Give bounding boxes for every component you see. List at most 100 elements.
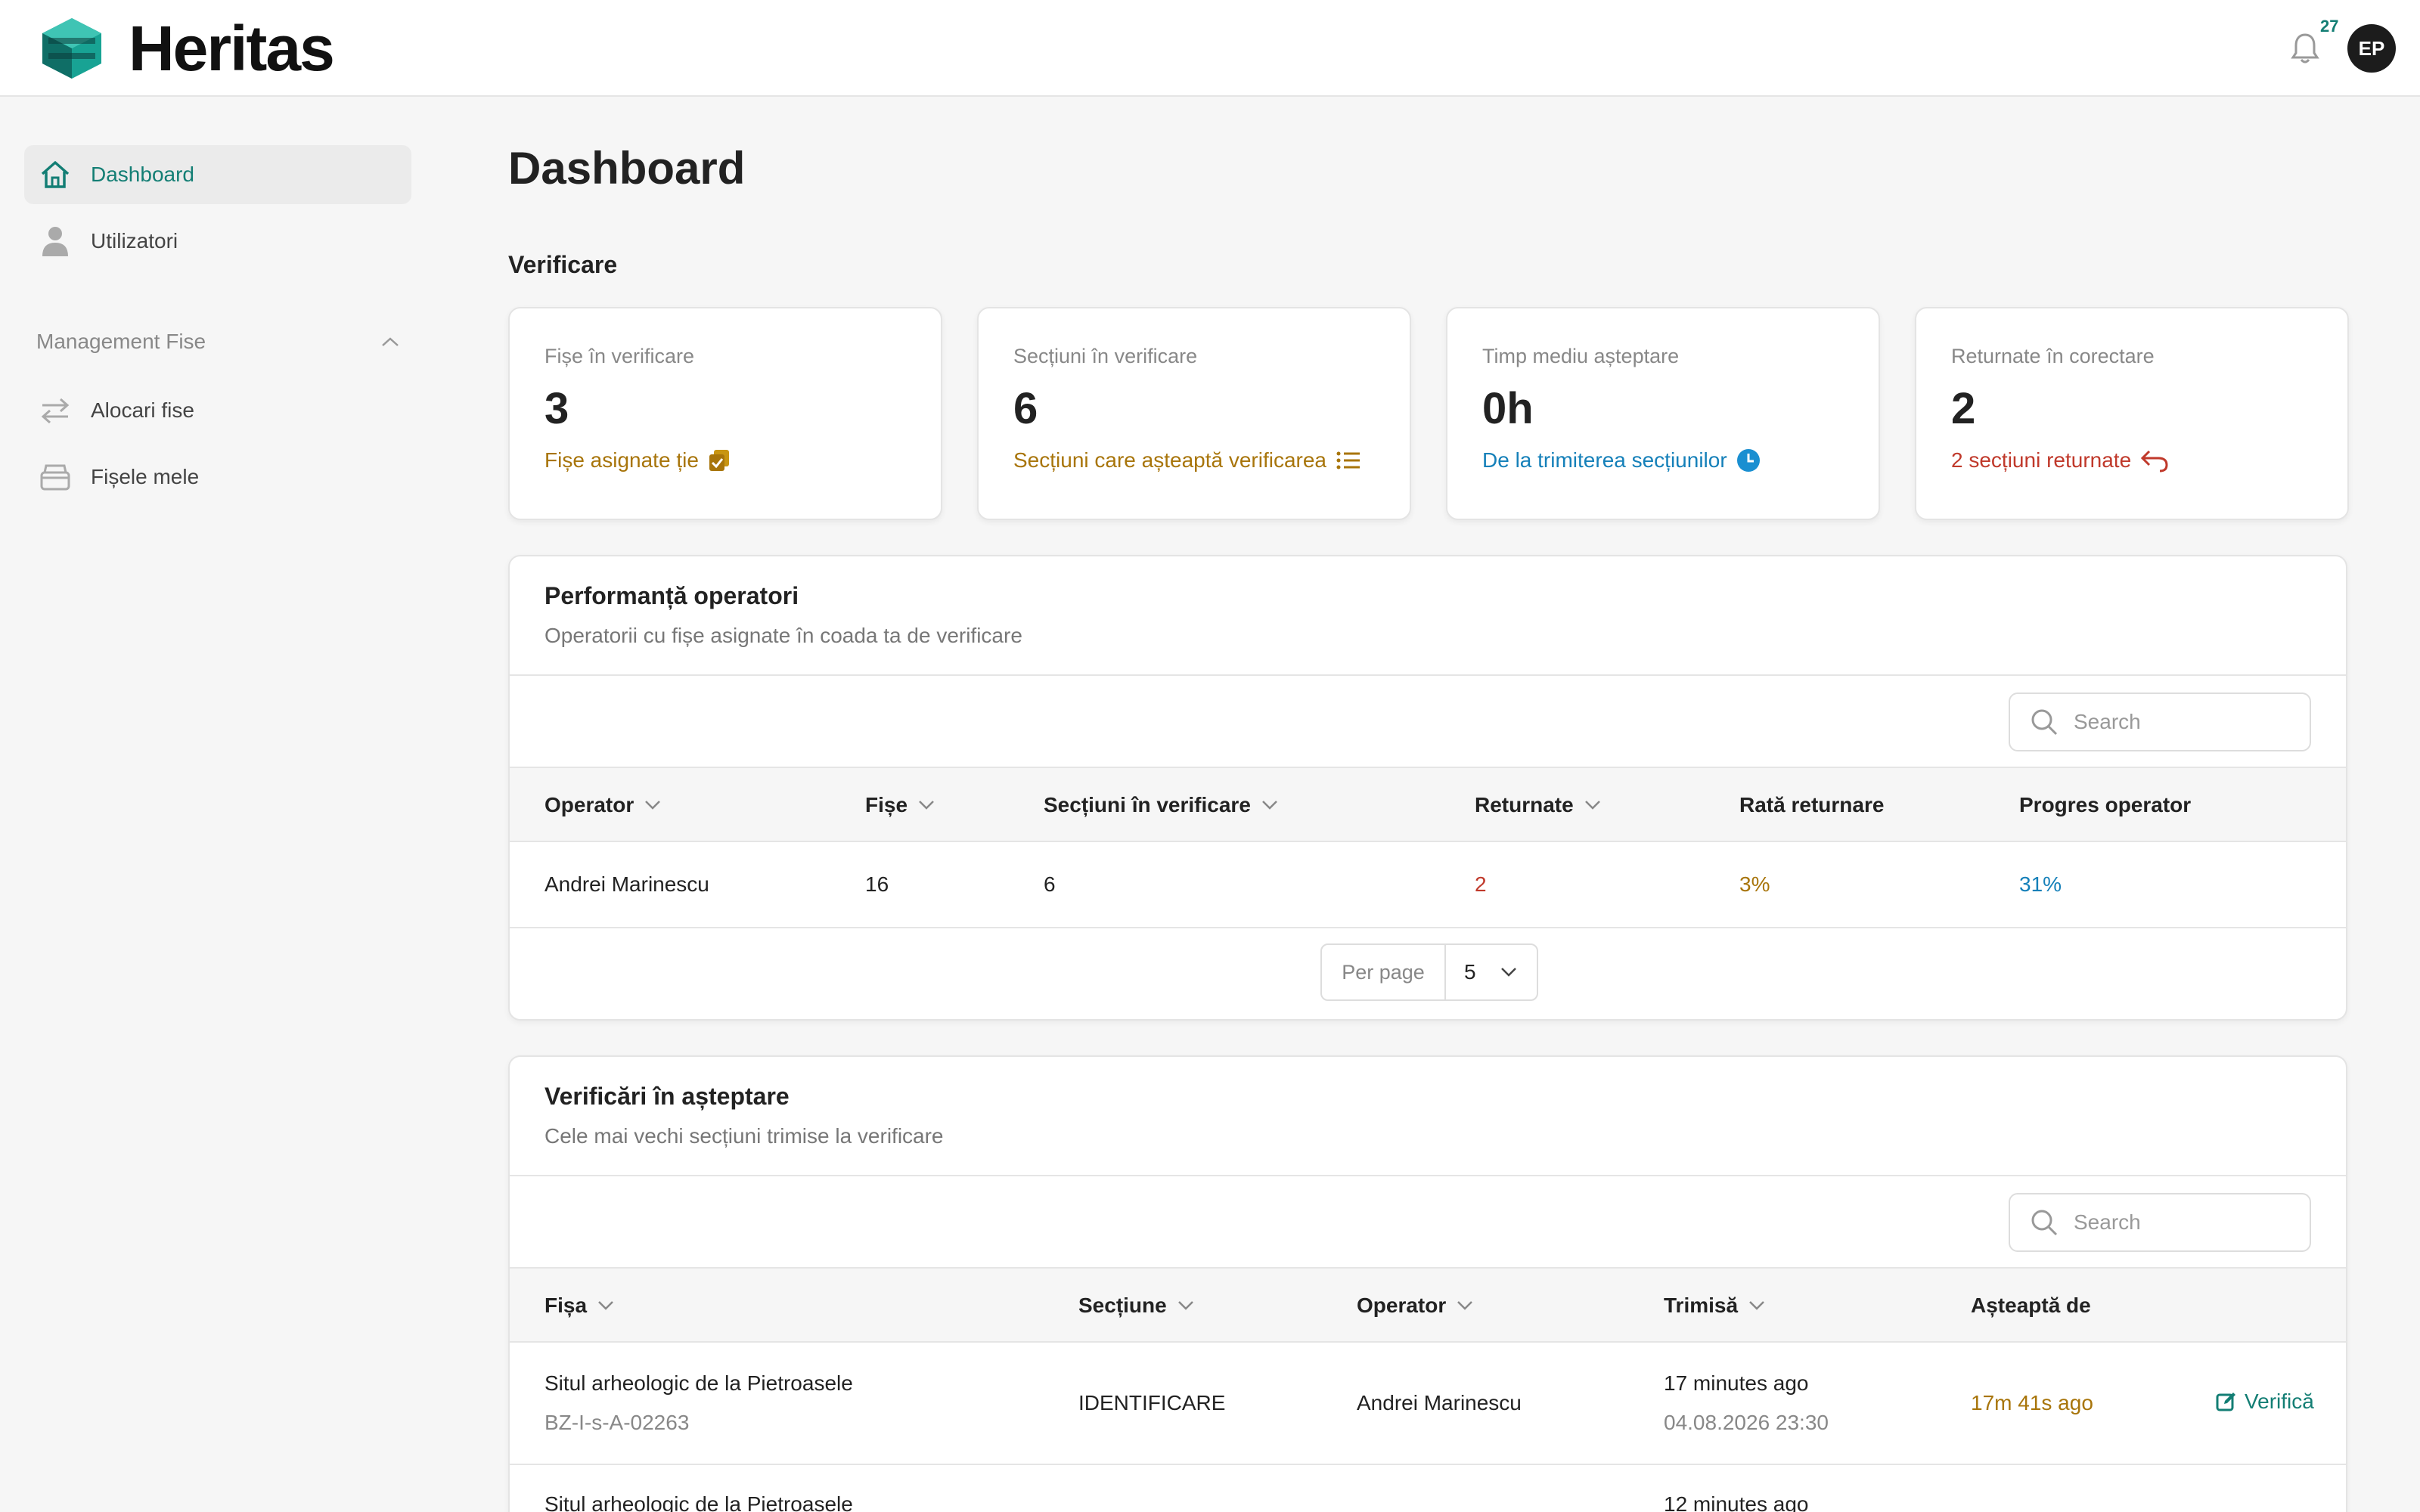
cell-fisa-name[interactable]: Situl arheologic de la Pietroasele [544, 1492, 853, 1512]
heritas-logo-icon [42, 18, 101, 79]
bell-icon[interactable] [2288, 30, 2322, 65]
column-header-fisa[interactable]: Fișa [544, 1269, 614, 1343]
stat-value: 6 [1013, 384, 1038, 433]
stat-label: Returnate în corectare [1951, 345, 2155, 367]
return-arrow-icon [2141, 450, 2168, 472]
cell-fise: 16 [865, 872, 889, 896]
cell-sectiune: IDENTIFICARE [1078, 1391, 1226, 1414]
column-header-operator[interactable]: Operator [1357, 1269, 1473, 1343]
archive-box-icon [38, 460, 73, 494]
panel-subtitle: Operatorii cu fișe asignate în coada ta … [544, 624, 1022, 647]
sidebar-item-dashboard[interactable]: Dashboard [24, 145, 411, 204]
column-header-operator[interactable]: Operator [544, 768, 661, 842]
stat-note-text: 2 secțiuni returnate [1951, 448, 2132, 472]
panel-title: Performanță operatori [544, 582, 799, 609]
chevron-down-icon [1177, 1301, 1193, 1310]
sidebar-item-label: Fișele mele [91, 465, 200, 488]
chevron-down-icon [1262, 801, 1277, 810]
stat-label: Fișe în verificare [544, 345, 695, 367]
sidebar-item-fisele-mele[interactable]: Fișele mele [24, 448, 411, 507]
table-row[interactable]: Andrei Marinescu 16 6 2 3% 31% [510, 842, 2346, 928]
cell-fisa-name[interactable]: Situl arheologic de la Pietroasele [544, 1371, 853, 1396]
cell-rata-returnare: 3% [1739, 872, 1770, 896]
edit-icon [2216, 1393, 2235, 1411]
stat-card-sectiuni-verificare: Secțiuni în verificare 6 Secțiuni care a… [977, 307, 1411, 520]
column-header-trimisa[interactable]: Trimisă [1664, 1269, 1765, 1343]
cell-operator: Andrei Marinescu [1357, 1391, 1522, 1414]
sidebar-section-label: Management Fise [36, 330, 206, 353]
sidebar-section-management-fise[interactable]: Management Fise [36, 330, 399, 354]
verify-button[interactable]: Verifică [2216, 1390, 2314, 1414]
search-input[interactable]: Search [2009, 1193, 2311, 1252]
table-toolbar: Search [510, 676, 2346, 768]
stat-card-timp-mediu: Timp mediu așteptare 0h De la trimiterea… [1446, 307, 1880, 520]
table-header: Operator Fișe Secțiuni în verificare Ret… [510, 768, 2346, 842]
column-header-returnate[interactable]: Returnate [1475, 768, 1601, 842]
cell-trimisa: 12 minutes ago [1664, 1492, 1809, 1512]
per-page-label: Per page [1322, 945, 1446, 999]
home-icon [38, 157, 73, 192]
search-placeholder: Search [2074, 1210, 2141, 1234]
user-icon [38, 224, 73, 259]
table-row[interactable]: Situl arheologic de la Pietroasele BZ-I-… [510, 1343, 2346, 1465]
stat-note-text: Fișe asignate ție [544, 448, 699, 472]
stat-value: 0h [1482, 384, 1534, 433]
stat-note-text: Secțiuni care așteaptă verificarea [1013, 448, 1326, 472]
stat-card-fise-verificare: Fișe în verificare 3 Fișe asignate ție [508, 307, 942, 520]
column-header-fise[interactable]: Fișe [865, 768, 935, 842]
panel-header: Performanță operatori Operatorii cu fișe… [510, 556, 2346, 676]
clock-icon [1736, 449, 1760, 472]
table-header: Fișa Secțiune Operator Trimisă Așteaptă … [510, 1269, 2346, 1343]
column-header-asteapta: Așteaptă de [1971, 1294, 2091, 1317]
top-bar: Heritas 27 EP [0, 0, 2420, 97]
stat-note-text: De la trimiterea secțiunilor [1482, 448, 1727, 472]
per-page-select[interactable]: Per page 5 [1320, 943, 1538, 1001]
search-icon [2031, 709, 2058, 736]
brand-name[interactable]: Heritas [129, 12, 335, 85]
notification-count-badge: 27 [2320, 17, 2339, 36]
column-header-sectiune[interactable]: Secțiune [1078, 1269, 1194, 1343]
user-avatar[interactable]: EP [2347, 24, 2396, 73]
stat-value: 2 [1951, 384, 1976, 433]
stat-note[interactable]: De la trimiterea secțiunilor [1482, 448, 1844, 472]
chevron-up-icon[interactable] [381, 336, 399, 347]
cell-sectiuni: 6 [1044, 872, 1056, 896]
sidebar-item-label: Alocari fise [91, 398, 194, 422]
panel-header: Verificări în așteptare Cele mai vechi s… [510, 1057, 2346, 1176]
stat-value: 3 [544, 384, 569, 433]
column-header-rata-returnare: Rată returnare [1739, 793, 1885, 816]
page-title: Dashboard [508, 143, 746, 194]
cell-operator: Andrei Marinescu [544, 872, 709, 896]
stat-note[interactable]: Fișe asignate ție [544, 448, 906, 472]
stat-note[interactable]: 2 secțiuni returnate [1951, 448, 2313, 472]
cell-fisa-code: BZ-I-s-A-02263 [544, 1411, 690, 1434]
cell-trimisa-date: 04.08.2026 23:30 [1664, 1411, 1829, 1434]
chevron-down-icon [1501, 968, 1516, 977]
cell-trimisa: 17 minutes ago [1664, 1371, 1809, 1395]
chevron-down-icon [1584, 801, 1600, 810]
cell-returnate: 2 [1475, 872, 1487, 896]
table-toolbar: Search [510, 1176, 2346, 1269]
stat-label: Secțiuni în verificare [1013, 345, 1198, 367]
swap-arrows-icon [38, 393, 73, 428]
chevron-down-icon [598, 1301, 613, 1310]
sidebar-item-utilizatori[interactable]: Utilizatori [24, 212, 411, 271]
search-input[interactable]: Search [2009, 692, 2311, 751]
sidebar-item-alocari-fise[interactable]: Alocari fise [24, 381, 411, 440]
column-header-sectiuni[interactable]: Secțiuni în verificare [1044, 768, 1278, 842]
performance-operators-panel: Performanță operatori Operatorii cu fișe… [508, 555, 2347, 1021]
chevron-down-icon [919, 801, 934, 810]
chevron-down-icon [645, 801, 661, 810]
stat-card-returnate: Returnate în corectare 2 2 secțiuni retu… [1915, 307, 2349, 520]
chevron-down-icon [1457, 1301, 1473, 1310]
stat-note[interactable]: Secțiuni care așteaptă verificarea [1013, 448, 1375, 472]
cell-asteapta: 17m 41s ago [1971, 1391, 2093, 1414]
table-row[interactable]: Situl arheologic de la Pietroasele 12 mi… [510, 1465, 2346, 1512]
section-title-verificare: Verificare [508, 251, 618, 278]
column-header-progres: Progres operator [2019, 793, 2192, 816]
copy-check-icon [709, 450, 729, 471]
verify-button-label: Verifică [2245, 1390, 2314, 1413]
panel-title: Verificări în așteptare [544, 1083, 790, 1110]
pagination-bar: Per page 5 [510, 928, 2346, 1018]
sidebar-item-label: Utilizatori [91, 229, 178, 253]
